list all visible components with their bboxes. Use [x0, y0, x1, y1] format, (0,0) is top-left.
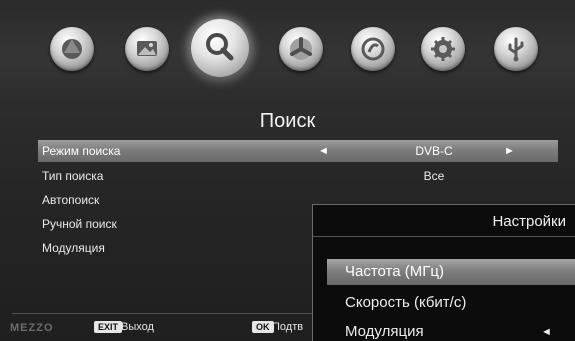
tv-menu-screen: Поиск Режим поиска ◄ DVB-C ► Тип поиска …	[0, 0, 575, 341]
menu-item-search-type[interactable]: Тип поиска Все	[38, 164, 558, 188]
menu-item-label: Ручной поиск	[42, 217, 117, 231]
panel-item-frequency[interactable]: Частота (МГц)	[327, 259, 575, 285]
exit-key-badge[interactable]: EXIT	[94, 321, 123, 333]
settings-panel: Настройки Частота (МГц) Скорость (кбит/с…	[312, 204, 575, 341]
menu-item-label: Автопоиск	[42, 193, 100, 207]
menu-item-label: Тип поиска	[42, 169, 104, 183]
exit-label: Выход	[121, 321, 154, 333]
picture-icon[interactable]	[125, 27, 169, 71]
arrow-left-icon[interactable]: ◄	[541, 319, 552, 341]
panel-item-label: Модуляция	[345, 323, 424, 340]
panel-item-label: Скорость (кбит/с)	[345, 294, 467, 311]
menu-item-search-mode[interactable]: Режим поиска ◄ DVB-C ►	[38, 140, 558, 162]
time-icon[interactable]	[279, 27, 323, 71]
menu-item-value: DVB-C	[415, 144, 453, 158]
menu-item-label: Модуляция	[42, 241, 105, 255]
usb-icon[interactable]	[494, 27, 538, 71]
panel-item-label: Частота (МГц)	[345, 263, 444, 280]
main-nav	[0, 0, 575, 98]
panel-item-symbol-rate[interactable]: Скорость (кбит/с)	[327, 290, 575, 316]
page-title: Поиск	[259, 110, 316, 132]
ok-key-badge[interactable]: OK	[252, 321, 274, 333]
menu-item-value: Все	[423, 169, 445, 183]
panel-item-modulation[interactable]: Модуляция ◄	[327, 319, 575, 341]
search-icon[interactable]	[191, 19, 249, 77]
channels-icon[interactable]	[50, 27, 94, 71]
arrow-right-icon[interactable]: ►	[504, 140, 515, 162]
brand-logo: MEZZO	[10, 322, 54, 334]
settings-icon[interactable]	[421, 27, 465, 71]
arrow-left-icon[interactable]: ◄	[318, 140, 329, 162]
panel-divider	[313, 236, 575, 237]
menu-item-label: Режим поиска	[42, 144, 121, 158]
ok-label: Подтв	[272, 321, 304, 333]
options-icon[interactable]	[351, 27, 395, 71]
panel-title: Настройки	[492, 213, 566, 230]
